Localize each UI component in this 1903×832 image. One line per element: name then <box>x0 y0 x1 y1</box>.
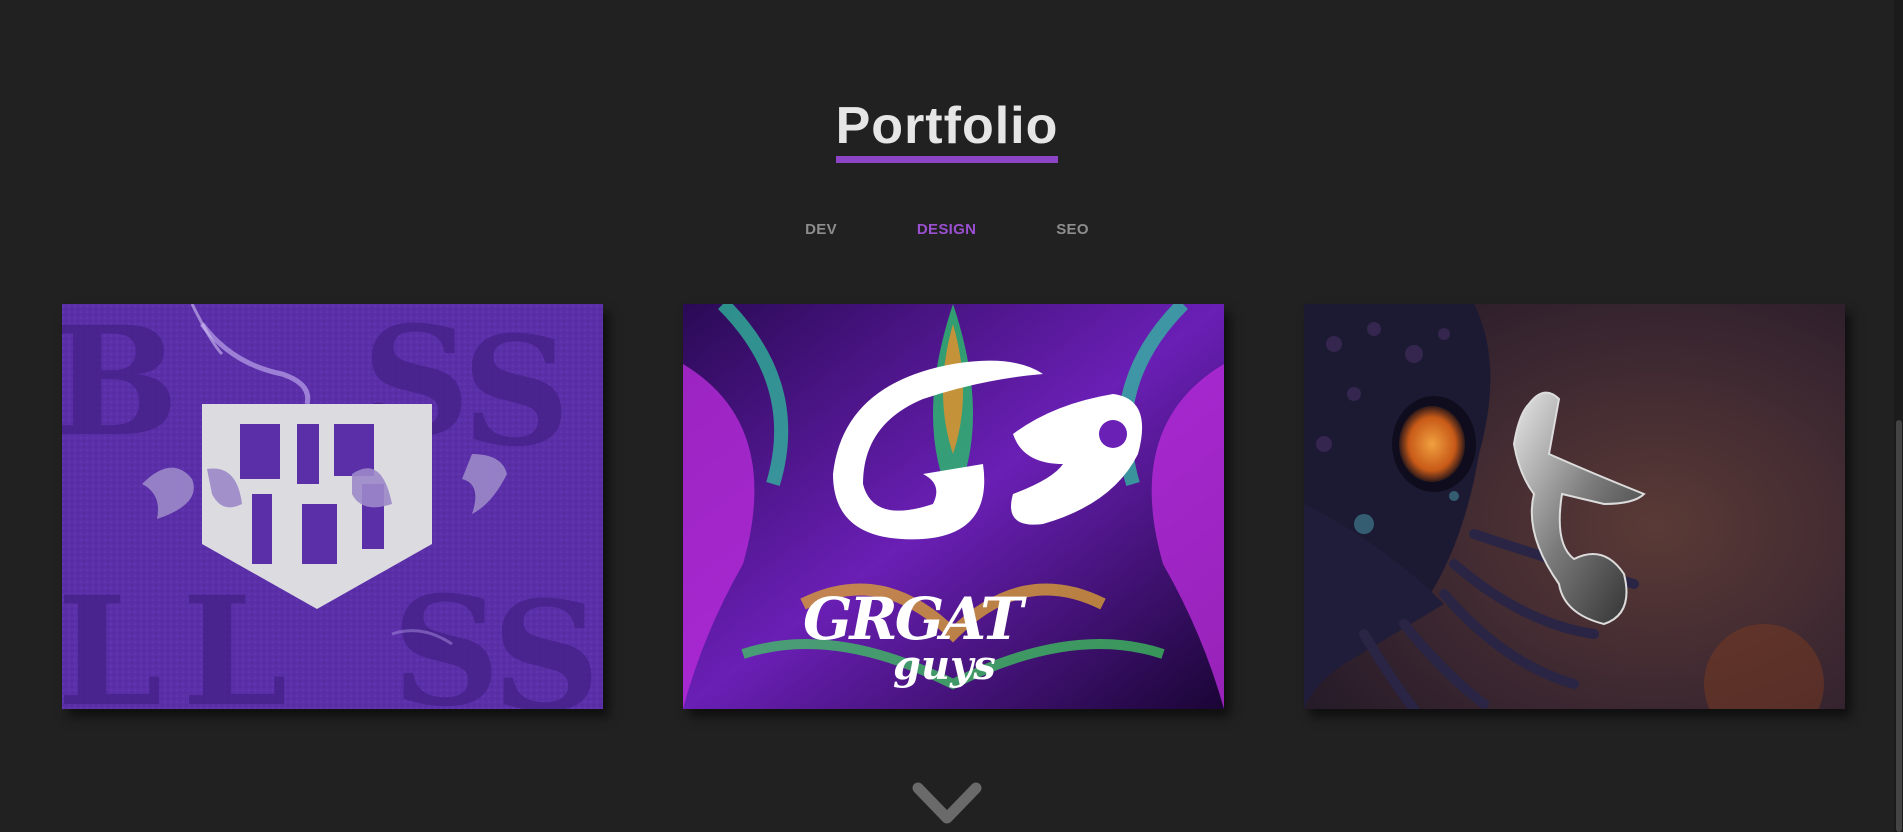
greatguys-artwork-image: GRGAT guys <box>683 304 1224 709</box>
chevron-down-icon[interactable] <box>912 780 982 828</box>
svg-text:L: L <box>62 564 162 709</box>
svg-text:S: S <box>492 569 600 709</box>
creature-artwork-image <box>1304 304 1845 709</box>
section-title: Portfolio <box>835 100 1059 163</box>
svg-text:L: L <box>182 564 287 709</box>
scrollbar-track[interactable] <box>1894 0 1903 832</box>
svg-text:S: S <box>392 564 500 709</box>
portfolio-grid: B L L S S S S GRGAT guys <box>62 304 1845 709</box>
svg-text:guys: guys <box>893 642 996 689</box>
tab-dev[interactable]: DEV <box>765 221 877 238</box>
tab-design[interactable]: DESIGN <box>877 221 1016 238</box>
portfolio-page: Portfolio DEV DESIGN SEO B L L S S S S G… <box>0 0 1903 832</box>
portfolio-card-aby[interactable]: B L L S S S S <box>62 304 603 709</box>
portfolio-tabs: DEV DESIGN SEO <box>0 221 1894 238</box>
portfolio-card-greatguys[interactable]: GRGAT guys <box>683 304 1224 709</box>
scrollbar-thumb[interactable] <box>1896 420 1902 832</box>
svg-text:S: S <box>462 304 570 480</box>
title-wrap: Portfolio <box>0 100 1894 163</box>
svg-text:B: B <box>62 304 179 470</box>
tab-seo[interactable]: SEO <box>1016 221 1129 238</box>
portfolio-card-creature[interactable] <box>1304 304 1845 709</box>
aby-artwork-image: B L L S S S S <box>62 304 603 709</box>
